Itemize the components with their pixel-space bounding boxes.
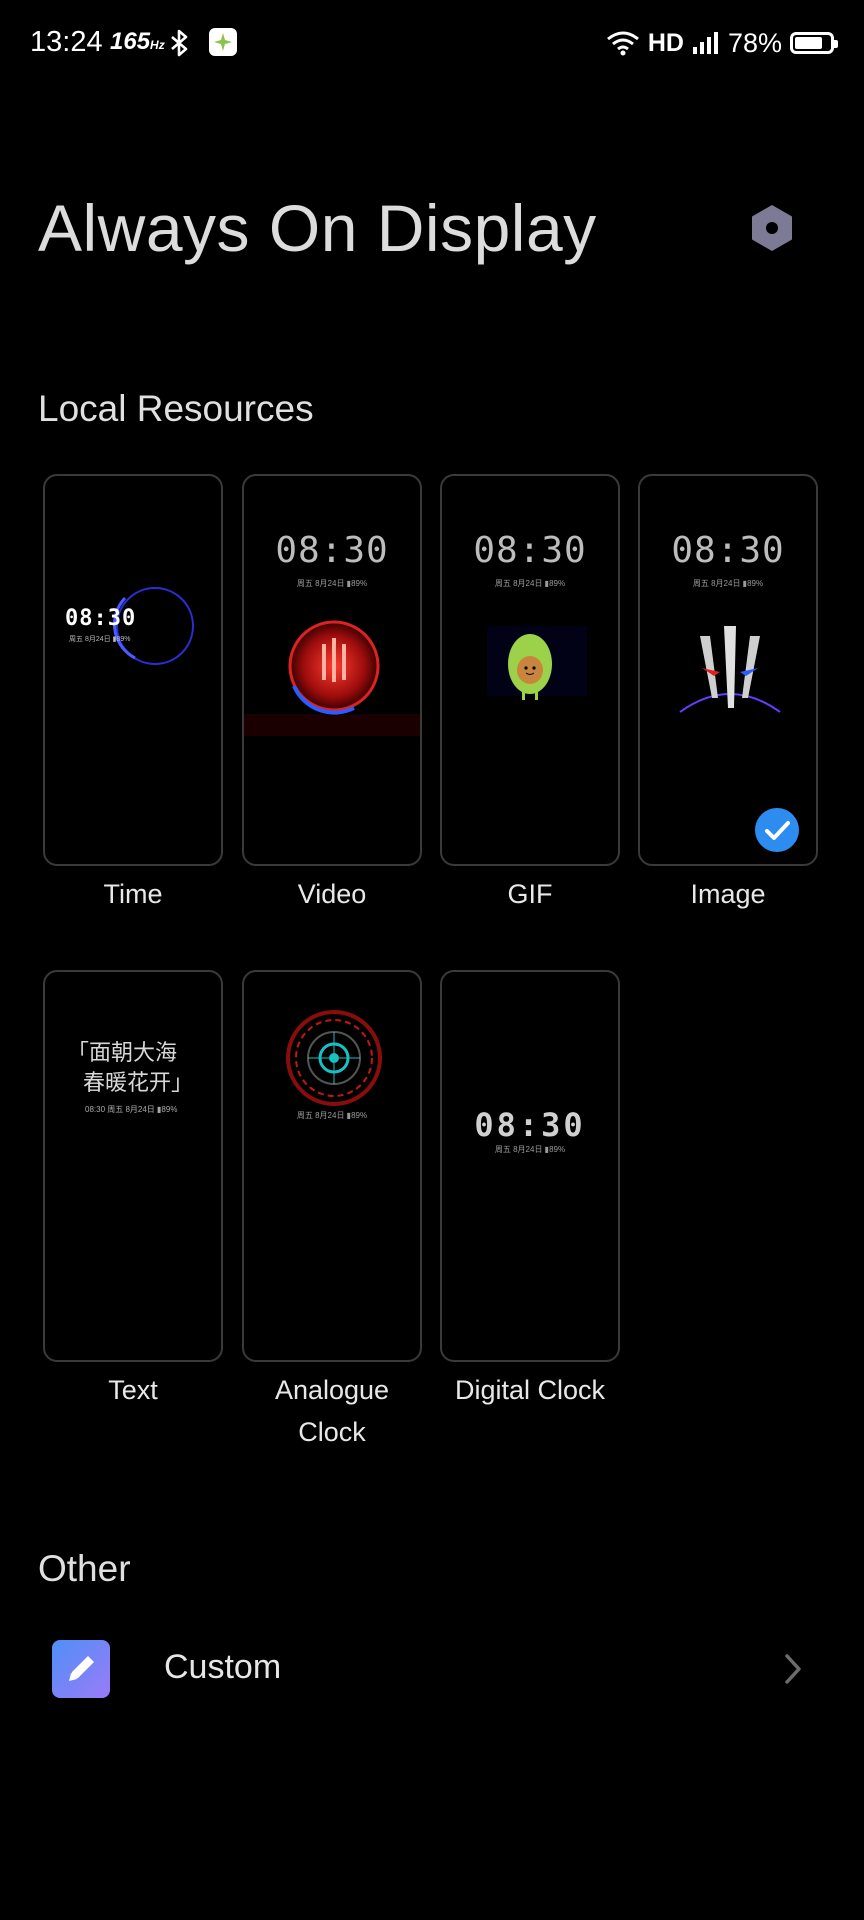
battery-percent: 78% xyxy=(727,27,782,58)
digital-preview-clock: 08:30 xyxy=(474,1106,586,1144)
status-time: 13:24 xyxy=(30,26,103,58)
page-title: Always On Display xyxy=(38,191,597,265)
battery-icon xyxy=(790,32,838,54)
label-digital-clock: Digital Clock xyxy=(454,1375,606,1405)
network-type: HD xyxy=(647,28,684,57)
card-text[interactable]: 「面朝大海 春暖花开」 08:30 周五 8月24日 ▮89% xyxy=(43,970,223,1362)
card-time[interactable]: 08:30 周五 8月24日 ▮89% xyxy=(43,474,223,866)
label-video: Video xyxy=(297,879,367,909)
pencil-edit-icon xyxy=(52,1640,110,1698)
signal-icon xyxy=(692,32,718,54)
card-gif[interactable]: 08:30 周五 8月24日 ▮89% xyxy=(440,474,620,866)
label-text: Text xyxy=(108,1375,158,1405)
other-title: Other xyxy=(38,1548,131,1589)
hexagon-settings-icon xyxy=(752,205,792,251)
video-preview-emblem xyxy=(244,620,420,736)
card-video[interactable]: 08:30 周五 8月24日 ▮89% xyxy=(242,474,422,866)
digital-preview-sub: 周五 8月24日 ▮89% xyxy=(494,1145,566,1154)
text-preview-quote: 「面朝大海 春暖花开」 xyxy=(67,1040,194,1095)
wifi-icon xyxy=(606,31,639,56)
text-preview-sub: 08:30 周五 8月24日 ▮89% xyxy=(85,1105,178,1114)
settings-button[interactable] xyxy=(750,203,794,253)
label-analogue-clock: Analogue Clock xyxy=(274,1375,390,1447)
selected-check-icon xyxy=(755,808,799,852)
refresh-rate: 165Hz xyxy=(110,28,165,55)
card-digital-clock[interactable]: 08:30 周五 8月24日 ▮89% xyxy=(440,970,620,1362)
app-notification-icon xyxy=(209,28,237,56)
status-right: HD 78% xyxy=(606,26,838,60)
label-time: Time xyxy=(103,879,163,909)
time-preview xyxy=(112,587,194,665)
analogue-preview-sub: 周五 8月24日 ▮89% xyxy=(296,1111,368,1120)
card-analogue-clock[interactable]: 周五 8月24日 ▮89% xyxy=(242,970,422,1362)
analogue-clock-preview xyxy=(286,1010,382,1106)
chevron-right-icon xyxy=(785,1654,801,1684)
custom-label: Custom xyxy=(164,1648,282,1686)
label-gif: GIF xyxy=(507,879,553,909)
bluetooth-icon xyxy=(171,29,188,57)
avocado-icon xyxy=(487,626,587,700)
custom-row[interactable]: Custom xyxy=(0,1630,864,1720)
status-bar: 13:24 165Hz HD 78% xyxy=(0,0,864,90)
local-resources-title: Local Resources xyxy=(38,388,314,429)
time-preview-sub: 周五 8月24日 ▮89% xyxy=(69,636,131,643)
time-preview-clock: 08:30 xyxy=(65,606,137,631)
label-image: Image xyxy=(690,879,766,909)
